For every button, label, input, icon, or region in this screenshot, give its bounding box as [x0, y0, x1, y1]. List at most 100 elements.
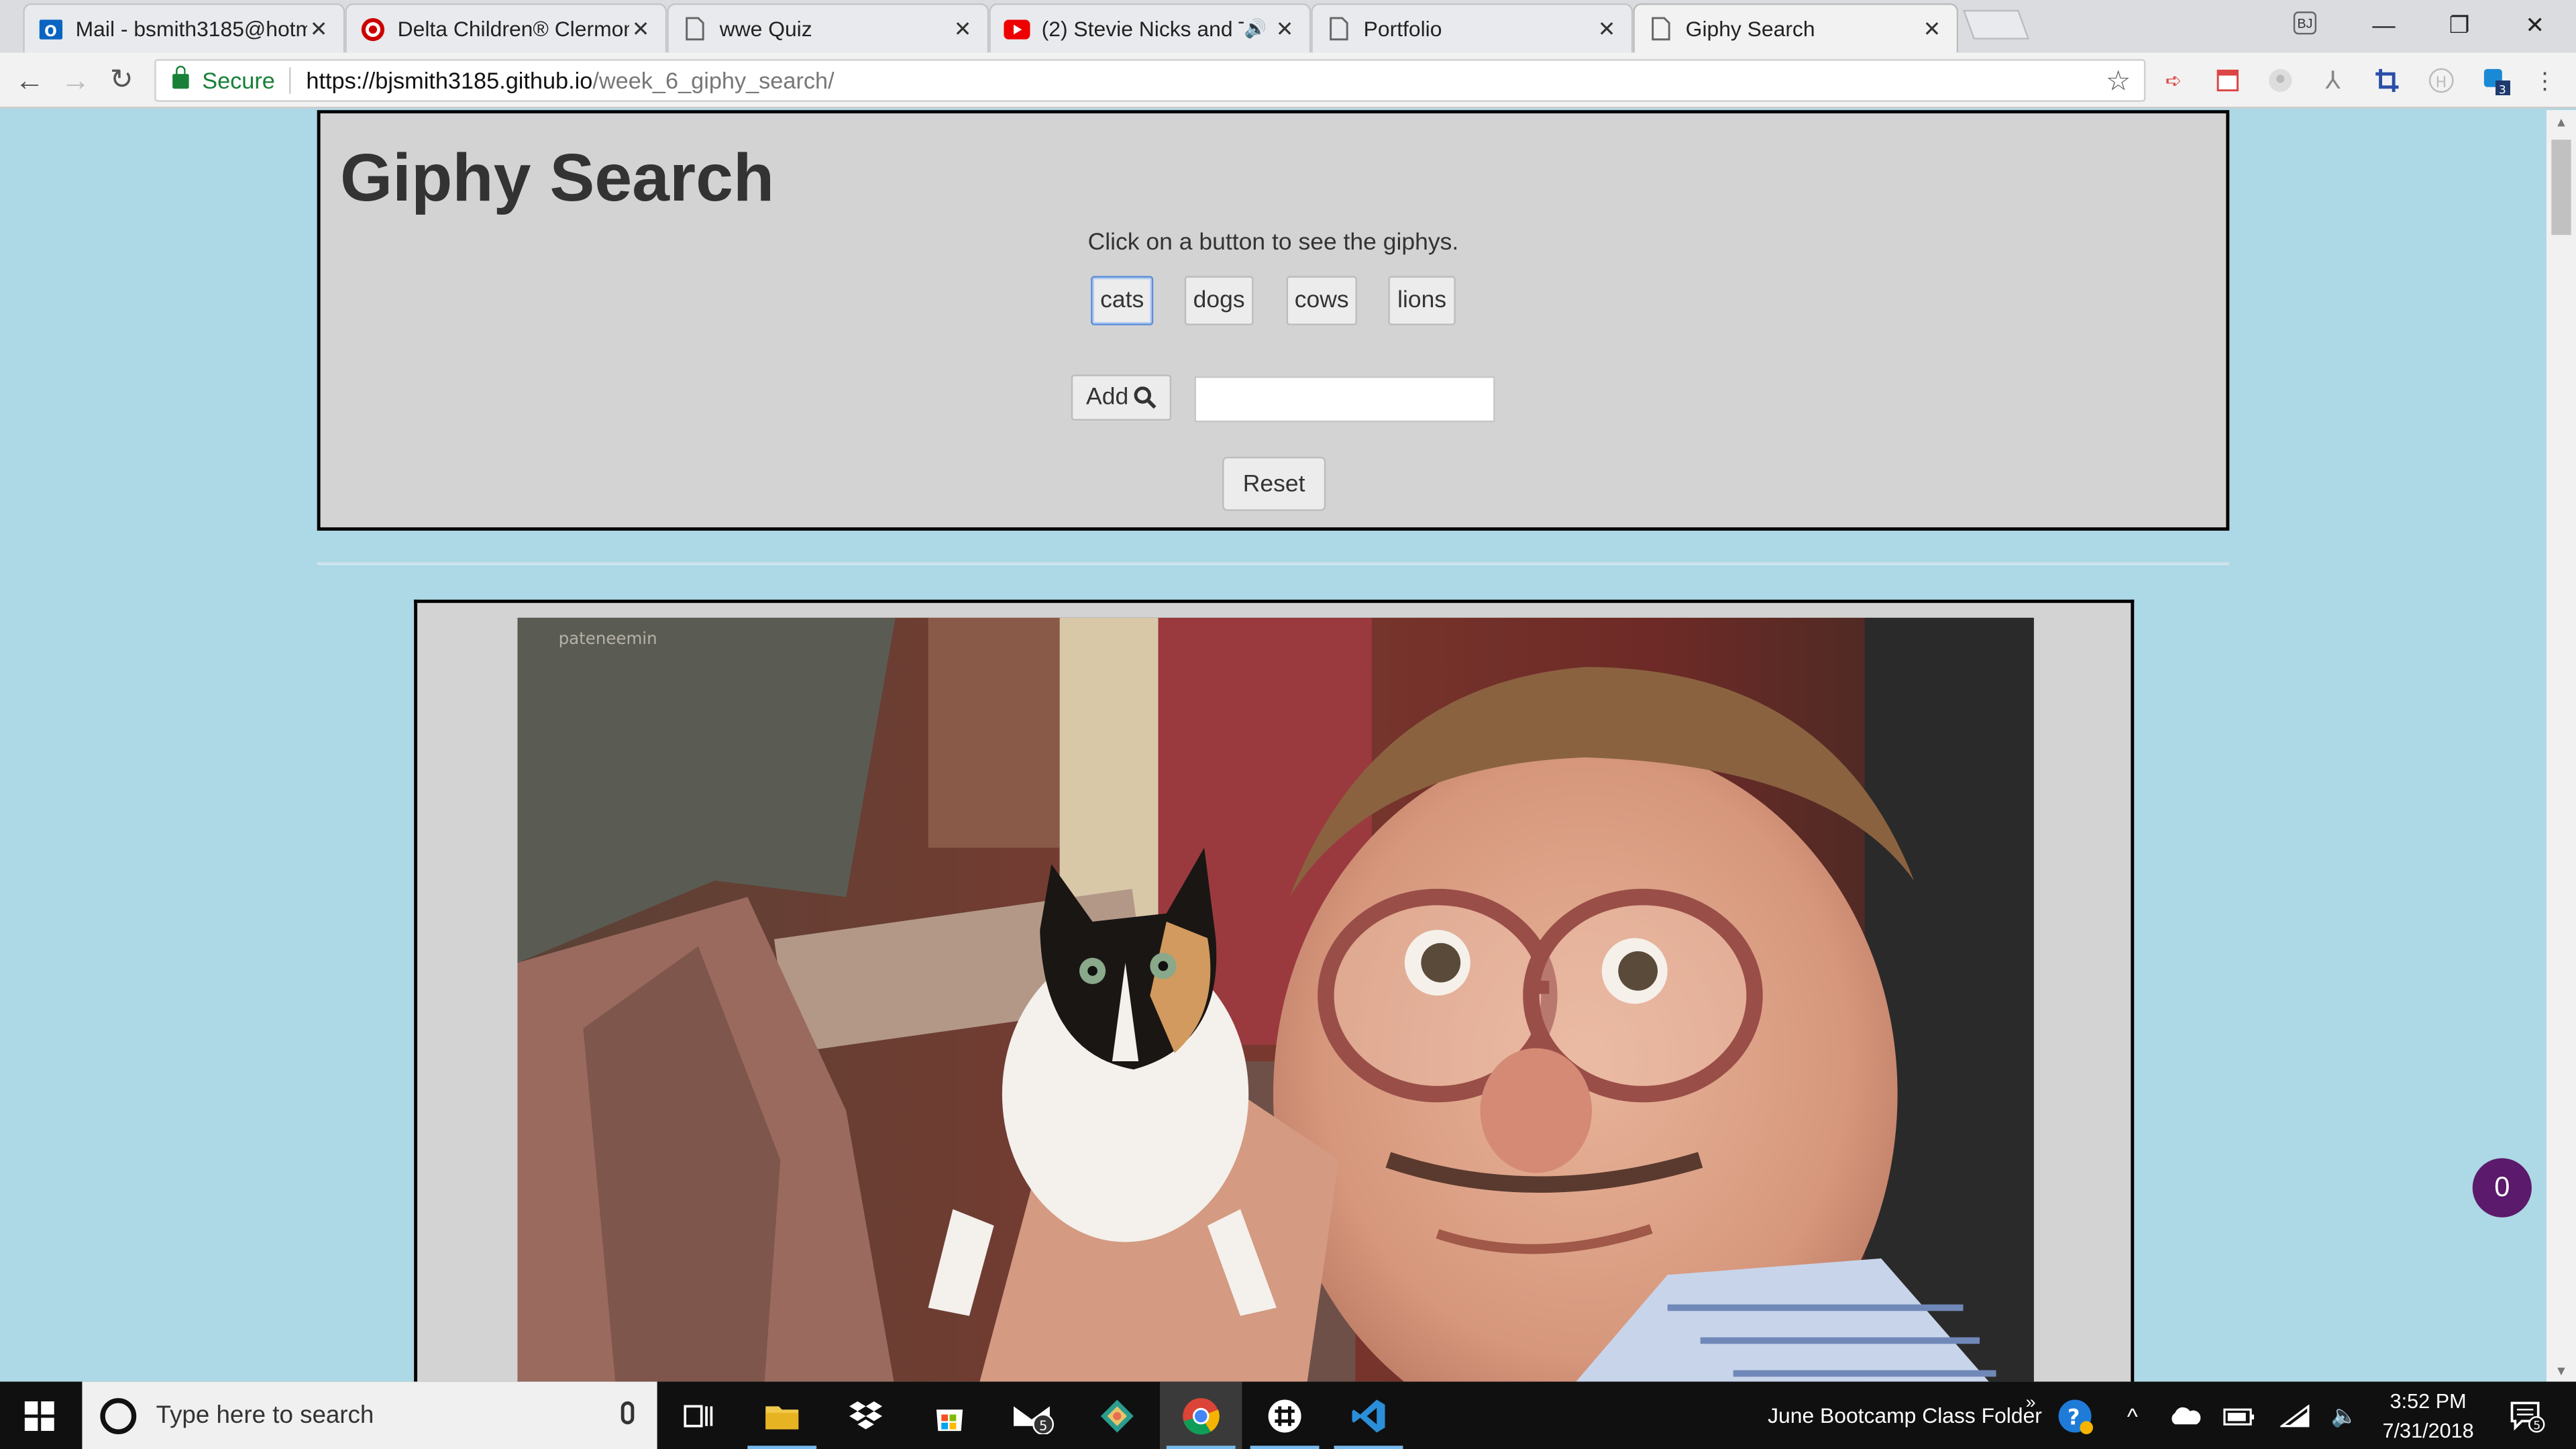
dropbox-icon[interactable] [824, 1382, 906, 1449]
target-icon [360, 15, 386, 42]
window-close-icon[interactable]: ✕ [2497, 0, 2573, 49]
address-bar[interactable]: Secure https://bjsmith3185.github.io /we… [154, 59, 2146, 102]
topic-button-lions[interactable]: lions [1388, 276, 1456, 325]
mail-icon[interactable]: 5 [992, 1382, 1074, 1449]
svg-text:O: O [44, 23, 57, 40]
close-icon[interactable]: ✕ [951, 15, 974, 42]
windows-taskbar: Type here to search 5 June Bootcamp Clas… [0, 1381, 2576, 1449]
extension-h-icon[interactable]: H [2426, 66, 2456, 95]
profile-button[interactable]: BJ [2293, 11, 2317, 35]
url-path: /week_6_giphy_search/ [592, 67, 835, 94]
bookmark-star-icon[interactable]: ☆ [2106, 66, 2131, 99]
tab-title: Delta Children® Clermon [397, 16, 629, 42]
add-button-label: Add [1086, 384, 1129, 411]
extension-arrow-icon[interactable]: ➪ [2159, 66, 2188, 95]
close-icon[interactable]: ✕ [629, 15, 652, 42]
close-icon[interactable]: ✕ [1921, 15, 1943, 42]
taskbar-search[interactable]: Type here to search [82, 1381, 657, 1449]
new-tab-button[interactable] [1962, 9, 2030, 40]
youtube-icon [1004, 15, 1030, 42]
outlook-icon: O [38, 15, 64, 42]
page-title: Giphy Search [339, 140, 775, 215]
onedrive-icon[interactable] [2159, 1382, 2211, 1449]
reset-button[interactable]: Reset [1222, 456, 1326, 511]
slack-icon[interactable] [1244, 1382, 1326, 1449]
back-icon[interactable]: ← [10, 62, 50, 99]
scroll-thumb[interactable] [2551, 140, 2571, 235]
close-icon[interactable]: ✕ [1273, 15, 1296, 42]
instructions-text: Click on a button to see the giphys. [1087, 229, 1459, 257]
extension-pdf-icon[interactable]: ⅄ [2318, 66, 2348, 95]
topic-button-cats[interactable]: cats [1091, 276, 1154, 325]
notification-badge: 5 [2533, 1418, 2540, 1432]
tray-expand-icon[interactable]: ^ [2110, 1382, 2156, 1449]
restore-icon[interactable]: ❐ [2422, 0, 2498, 49]
minimize-icon[interactable]: — [2346, 0, 2422, 49]
header-panel: Giphy Search Click on a button to see th… [317, 110, 2230, 531]
cortana-icon[interactable] [100, 1397, 137, 1434]
scroll-up-icon[interactable]: ▲ [2546, 110, 2576, 133]
counter-badge[interactable]: 0 [2472, 1158, 2532, 1218]
tab-portfolio[interactable]: Portfolio ✕ [1311, 3, 1633, 53]
add-button[interactable]: Add [1071, 374, 1172, 421]
help-icon[interactable]: ? [2039, 1382, 2111, 1449]
add-topic-input[interactable] [1194, 376, 1495, 423]
close-icon[interactable]: ✕ [307, 15, 330, 42]
horizontal-rule [317, 561, 2230, 566]
page-scrollbar[interactable]: ▲ ▼ [2546, 110, 2576, 1382]
reload-icon[interactable]: ↻ [102, 62, 142, 99]
gif-image-cat[interactable]: pateneemin [517, 617, 2034, 1382]
chrome-icon[interactable] [1159, 1381, 1242, 1449]
tab-title: Giphy Search [1685, 16, 1815, 42]
svg-text:H: H [2436, 74, 2447, 91]
speaker-icon[interactable]: 🔊 [1244, 18, 1267, 39]
search-icon [1134, 386, 1157, 409]
taskbar-search-placeholder: Type here to search [156, 1401, 374, 1430]
store-icon[interactable] [908, 1382, 990, 1449]
tab-wwe-quiz[interactable]: wwe Quiz ✕ [667, 3, 989, 53]
taskbar-folder-label[interactable]: June Bootcamp Class Folder [1768, 1382, 2042, 1449]
clock-date: 7/31/2018 [2382, 1419, 2474, 1443]
forward-icon[interactable]: → [56, 62, 95, 99]
microphone-icon[interactable] [621, 1401, 635, 1425]
topic-button-cows[interactable]: cows [1286, 276, 1357, 325]
gitkraken-icon[interactable] [1076, 1382, 1158, 1449]
extension-crop-icon[interactable] [2372, 66, 2402, 95]
extension-circle-icon[interactable] [2265, 66, 2295, 95]
vscode-icon[interactable] [1328, 1382, 1409, 1449]
secure-label: Secure [202, 67, 275, 94]
windows-start-icon[interactable] [0, 1382, 79, 1449]
extension-calendar-icon[interactable] [2213, 66, 2243, 95]
svg-text:?: ? [2068, 1403, 2080, 1429]
tab-giphy-search[interactable]: Giphy Search ✕ [1633, 3, 1959, 53]
topic-button-dogs[interactable]: dogs [1184, 276, 1254, 325]
task-view-icon[interactable] [657, 1382, 739, 1449]
page-viewport: Giphy Search Click on a button to see th… [0, 110, 2546, 1382]
tab-title: wwe Quiz [719, 16, 812, 42]
tab-title: Mail - bsmith3185@hotm [75, 16, 307, 42]
file-explorer-icon[interactable] [741, 1382, 822, 1449]
url-host: https://bjsmith3185.github.io [306, 67, 593, 94]
mail-badge: 5 [1039, 1417, 1047, 1433]
browser-toolbar: ← → ↻ Secure https://bjsmith3185.github.… [0, 52, 2576, 109]
action-center-icon[interactable]: 5 [2494, 1382, 2560, 1449]
taskbar-clock[interactable]: 3:52 PM 7/31/2018 [2363, 1387, 2494, 1446]
chrome-menu-icon[interactable]: ⋮ [2530, 66, 2559, 95]
battery-icon[interactable] [2214, 1382, 2263, 1449]
extension-lock-icon[interactable]: 3 [2481, 66, 2511, 96]
divider [289, 67, 292, 94]
close-icon[interactable]: ✕ [1595, 15, 1618, 42]
scroll-down-icon[interactable]: ▼ [2546, 1358, 2576, 1381]
tab-delta[interactable]: Delta Children® Clermon ✕ [345, 3, 667, 53]
tab-youtube[interactable]: (2) Stevie Nicks and To 🔊 ✕ [989, 3, 1311, 53]
extension-badge: 3 [2499, 84, 2506, 95]
volume-icon[interactable]: 🔈 [2320, 1382, 2369, 1449]
tab-title: Portfolio [1363, 16, 1442, 42]
gif-results-panel: pateneemin [414, 599, 2135, 1382]
overflow-chevron-icon[interactable]: » [2026, 1368, 2036, 1436]
lock-icon [172, 64, 189, 89]
tab-mail[interactable]: O Mail - bsmith3185@hotm ✕ [23, 3, 345, 53]
wifi-icon[interactable] [2271, 1382, 2320, 1449]
page-icon [1326, 15, 1352, 42]
page-icon [682, 15, 708, 42]
